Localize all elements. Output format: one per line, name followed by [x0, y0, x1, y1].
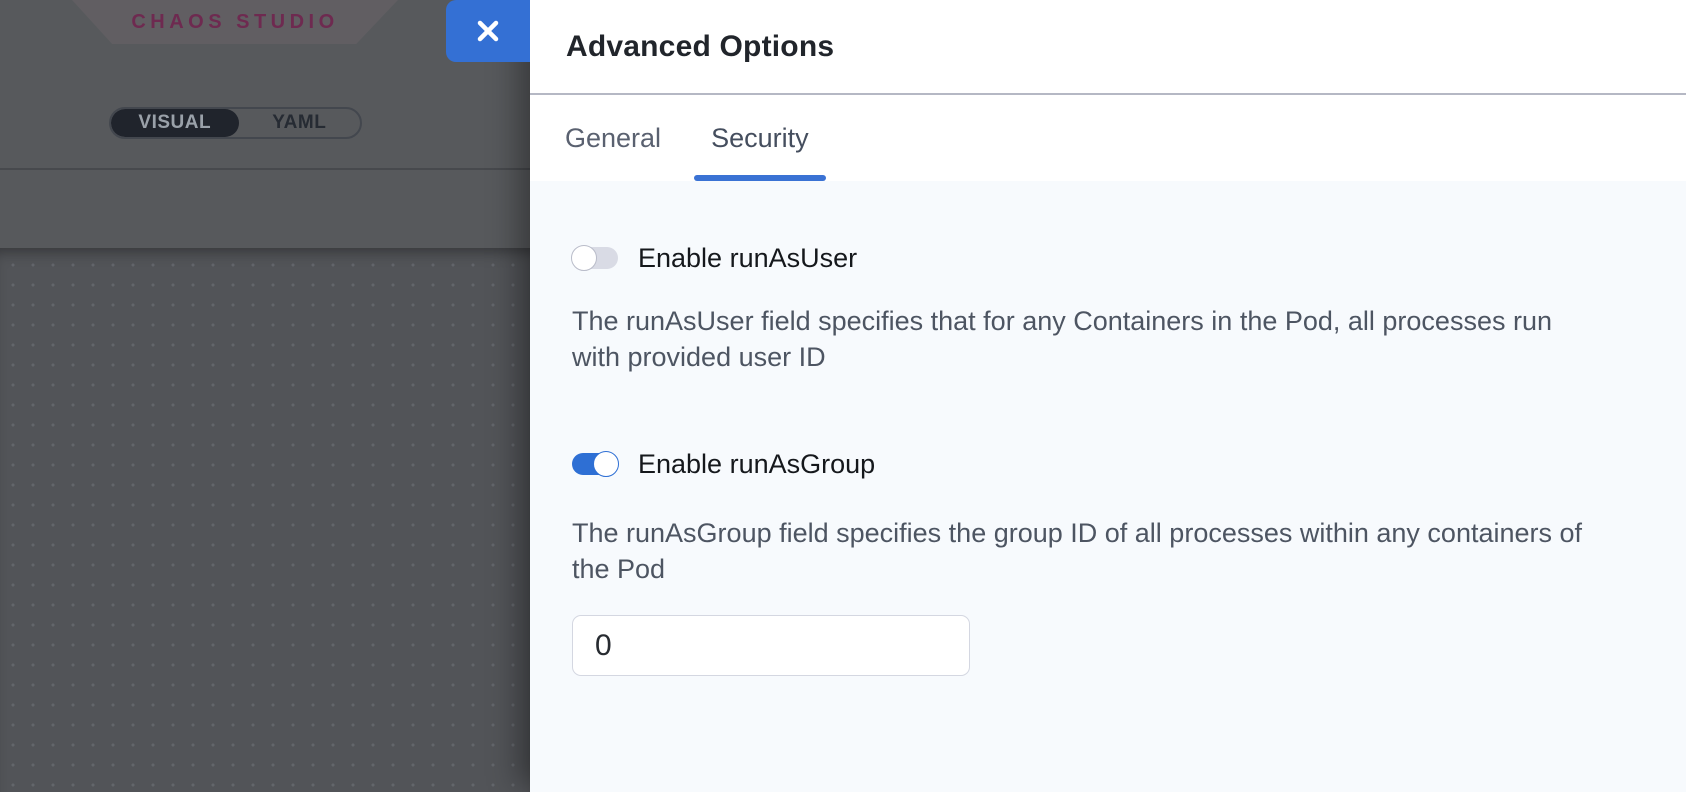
enable-run-as-group-toggle[interactable] [572, 453, 618, 475]
view-mode-toggle[interactable]: VISUAL YAML [109, 107, 362, 139]
drawer-header: Advanced Options [530, 0, 1686, 95]
close-icon [474, 17, 502, 45]
run-as-user-label: Enable runAsUser [638, 243, 857, 274]
run-as-group-row: Enable runAsGroup [572, 451, 1644, 477]
studio-banner-title: CHAOS STUDIO [131, 11, 338, 34]
advanced-options-drawer: Advanced Options General Security Enable… [530, 0, 1686, 792]
studio-banner: CHAOS STUDIO [72, 0, 398, 44]
run-as-user-row: Enable runAsUser [572, 245, 1644, 271]
close-button[interactable] [446, 0, 530, 62]
run-as-group-description: The runAsGroup field specifies the group… [572, 515, 1592, 587]
tab-security[interactable]: Security [711, 95, 809, 181]
tab-general[interactable]: General [565, 95, 661, 181]
run-as-group-label: Enable runAsGroup [638, 449, 875, 480]
toggle-knob [593, 451, 619, 477]
chaos-studio-background: CHAOS STUDIO VISUAL YAML [0, 0, 530, 792]
view-toggle-visual[interactable]: VISUAL [111, 109, 239, 137]
enable-run-as-user-toggle[interactable] [572, 247, 618, 269]
studio-dotted-canvas [0, 248, 530, 792]
drawer-title: Advanced Options [566, 30, 834, 64]
view-toggle-yaml[interactable]: YAML [239, 109, 360, 137]
security-tab-content: Enable runAsUser The runAsUser field spe… [530, 181, 1686, 792]
toggle-knob [571, 245, 597, 271]
run-as-user-description: The runAsUser field specifies that for a… [572, 303, 1592, 375]
drawer-tabbar: General Security [530, 95, 1686, 181]
run-as-group-value-input[interactable] [572, 615, 970, 676]
